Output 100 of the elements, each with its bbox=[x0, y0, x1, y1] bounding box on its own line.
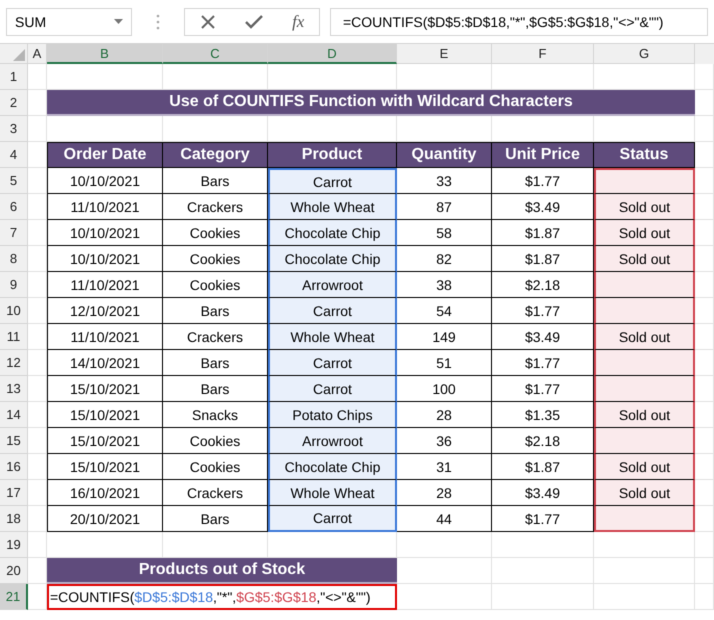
table-cell: 28 bbox=[397, 402, 492, 428]
empty-cell[interactable] bbox=[28, 298, 47, 324]
column-header[interactable]: D bbox=[268, 44, 397, 64]
row-header[interactable]: 4 bbox=[0, 142, 28, 168]
row-header[interactable]: 5 bbox=[0, 168, 28, 194]
row-header[interactable]: 8 bbox=[0, 246, 28, 272]
empty-cell[interactable] bbox=[695, 324, 714, 350]
row-header[interactable]: 21 bbox=[0, 584, 28, 610]
empty-cell[interactable] bbox=[695, 454, 714, 480]
empty-cell[interactable] bbox=[492, 558, 594, 584]
empty-cell[interactable] bbox=[695, 90, 714, 116]
table-cell: Sold out bbox=[594, 402, 695, 428]
table-cell: Cookies bbox=[163, 246, 268, 272]
empty-cell[interactable] bbox=[28, 584, 47, 610]
empty-cell[interactable] bbox=[28, 168, 47, 194]
table-cell: 12/10/2021 bbox=[47, 298, 163, 324]
empty-cell[interactable] bbox=[492, 584, 594, 610]
column-header[interactable]: E bbox=[397, 44, 492, 64]
formula-cell[interactable]: =COUNTIFS($D$5:$D$18,"*",$G$5:$G$18,"<>"&"") bbox=[47, 584, 397, 610]
empty-cell[interactable] bbox=[695, 558, 714, 584]
row-header[interactable]: 18 bbox=[0, 506, 28, 532]
empty-cell[interactable] bbox=[28, 324, 47, 350]
row-header[interactable]: 10 bbox=[0, 298, 28, 324]
cancel-icon[interactable] bbox=[200, 14, 216, 30]
empty-cell[interactable] bbox=[28, 376, 47, 402]
row-header[interactable]: 16 bbox=[0, 454, 28, 480]
column-header[interactable]: G bbox=[594, 44, 695, 64]
empty-cell[interactable] bbox=[695, 298, 714, 324]
empty-cell[interactable] bbox=[594, 532, 695, 558]
empty-cell[interactable] bbox=[28, 454, 47, 480]
empty-cell[interactable] bbox=[397, 584, 492, 610]
empty-cell[interactable] bbox=[695, 480, 714, 506]
row-header[interactable]: 1 bbox=[0, 64, 28, 90]
empty-cell[interactable] bbox=[28, 402, 47, 428]
column-heading: Order Date bbox=[47, 142, 163, 168]
row-header[interactable]: 3 bbox=[0, 116, 28, 142]
table-cell: $1.77 bbox=[492, 376, 594, 402]
empty-cell[interactable] bbox=[695, 116, 714, 142]
column-header[interactable]: B bbox=[47, 44, 163, 64]
empty-cell[interactable] bbox=[695, 532, 714, 558]
empty-cell[interactable] bbox=[695, 506, 714, 532]
row-header[interactable]: 19 bbox=[0, 532, 28, 558]
empty-cell[interactable] bbox=[695, 168, 714, 194]
row-header[interactable]: 15 bbox=[0, 428, 28, 454]
empty-cell[interactable] bbox=[695, 350, 714, 376]
empty-cell[interactable] bbox=[695, 194, 714, 220]
empty-cell[interactable] bbox=[28, 480, 47, 506]
empty-cell[interactable] bbox=[28, 194, 47, 220]
table-cell: Carrot bbox=[268, 298, 397, 324]
empty-cell[interactable] bbox=[695, 402, 714, 428]
row-header[interactable]: 13 bbox=[0, 376, 28, 402]
empty-cell[interactable] bbox=[695, 246, 714, 272]
dropdown-caret-icon[interactable] bbox=[114, 19, 123, 24]
row-header[interactable]: 9 bbox=[0, 272, 28, 298]
column-header[interactable]: F bbox=[492, 44, 594, 64]
drag-handle-icon bbox=[156, 14, 160, 30]
row-header[interactable]: 7 bbox=[0, 220, 28, 246]
column-header[interactable]: C bbox=[163, 44, 268, 64]
empty-cell[interactable] bbox=[28, 506, 47, 532]
empty-cell[interactable] bbox=[28, 246, 47, 272]
empty-cell[interactable] bbox=[28, 220, 47, 246]
empty-cell[interactable] bbox=[695, 272, 714, 298]
empty-cell[interactable] bbox=[492, 532, 594, 558]
row-header[interactable]: 20 bbox=[0, 558, 28, 584]
insert-function-button[interactable]: fx bbox=[292, 12, 304, 32]
empty-cell[interactable] bbox=[28, 116, 47, 142]
table-cell: Crackers bbox=[163, 324, 268, 350]
table-cell: Whole Wheat bbox=[268, 480, 397, 506]
row-header[interactable]: 11 bbox=[0, 324, 28, 350]
row-header[interactable]: 17 bbox=[0, 480, 28, 506]
empty-cell[interactable] bbox=[695, 376, 714, 402]
name-box[interactable]: SUM bbox=[6, 8, 132, 36]
empty-cell[interactable] bbox=[397, 532, 492, 558]
row-header[interactable]: 14 bbox=[0, 402, 28, 428]
empty-cell[interactable] bbox=[28, 532, 47, 558]
check-icon[interactable] bbox=[244, 14, 263, 28]
table-cell: Sold out bbox=[594, 220, 695, 246]
formula-bar[interactable]: =COUNTIFS($D$5:$D$18,"*",$G$5:$G$18,"<>"&"") bbox=[330, 8, 708, 36]
table-cell: $1.87 bbox=[492, 246, 594, 272]
empty-cell[interactable] bbox=[695, 142, 714, 168]
empty-cell[interactable] bbox=[594, 558, 695, 584]
table-cell: Sold out bbox=[594, 194, 695, 220]
row-header[interactable]: 6 bbox=[0, 194, 28, 220]
empty-cell[interactable] bbox=[695, 428, 714, 454]
empty-cell[interactable] bbox=[28, 272, 47, 298]
table-cell: Carrot bbox=[268, 506, 397, 532]
empty-cell[interactable] bbox=[28, 64, 47, 90]
empty-cell[interactable] bbox=[594, 584, 695, 610]
row-header[interactable]: 2 bbox=[0, 90, 28, 116]
row-header[interactable]: 12 bbox=[0, 350, 28, 376]
empty-cell[interactable] bbox=[695, 220, 714, 246]
column-heading: Unit Price bbox=[492, 142, 594, 168]
table-cell: Cookies bbox=[163, 220, 268, 246]
empty-cell[interactable] bbox=[695, 64, 714, 90]
empty-cell[interactable] bbox=[28, 428, 47, 454]
empty-cell[interactable] bbox=[28, 350, 47, 376]
empty-cell[interactable] bbox=[695, 584, 714, 610]
table-cell: Sold out bbox=[594, 454, 695, 480]
table-cell: Snacks bbox=[163, 402, 268, 428]
select-all-icon[interactable] bbox=[13, 49, 25, 61]
